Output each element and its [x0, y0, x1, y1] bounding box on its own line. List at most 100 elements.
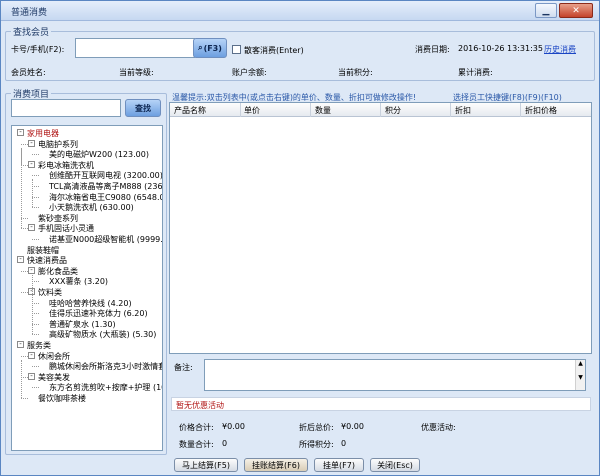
tree-node[interactable]: 手机固话小灵通: [38, 224, 94, 233]
promo-text: 暂无优惠活动: [176, 401, 224, 410]
member-total-label: 累计消费:: [458, 68, 493, 77]
col-header-discount-price[interactable]: 折扣价格: [525, 105, 557, 116]
tree-node[interactable]: 膨化食品类: [38, 267, 78, 276]
search-icon: ⌕: [198, 43, 203, 52]
tree-connector: [32, 175, 39, 177]
promo-bar: 暂无优惠活动: [171, 397, 591, 411]
tree-connector: [32, 302, 39, 304]
hang-account-button[interactable]: 挂账结算(F6): [244, 458, 308, 472]
tree-expander[interactable]: -: [17, 256, 24, 264]
col-header-discount[interactable]: 折扣: [455, 105, 471, 116]
minimize-button[interactable]: ▁: [535, 3, 557, 18]
price-total-value: ¥0.00: [222, 422, 245, 431]
order-grid[interactable]: 产品名称 单价 数量 积分 折扣 折扣价格: [169, 102, 592, 354]
title-bar: 普通消费 ▁ ✕: [1, 1, 599, 21]
tree-node[interactable]: 高级矿物质水 (大瓶装) (5.30): [49, 330, 156, 339]
minimize-icon: ▁: [542, 5, 550, 16]
tree-connector: [21, 376, 28, 378]
tree-expander[interactable]: -: [28, 372, 35, 380]
discount-total-label: 折后总价:: [299, 423, 334, 432]
tree-node[interactable]: 美容美发: [38, 373, 70, 382]
checkout-button[interactable]: 马上结算(F5): [174, 458, 238, 472]
tree-connector: [21, 217, 28, 219]
pending-order-button[interactable]: 挂单(F7): [314, 458, 364, 472]
tree-connector: [21, 292, 28, 293]
tree-guide: [21, 359, 22, 398]
tree-expander[interactable]: -: [17, 341, 24, 348]
tree-connector: [32, 186, 39, 187]
search-hotkey-label: (F3): [203, 43, 222, 53]
member-level-label: 当前等级:: [119, 68, 154, 77]
qty-total-value: 0: [222, 439, 228, 448]
tree-node[interactable]: 彩电冰箱洗衣机: [38, 161, 94, 170]
note-input[interactable]: ▲ ▼: [204, 359, 586, 391]
tree-guide: [32, 306, 33, 335]
tree-node[interactable]: 普通矿泉水 (1.30): [49, 320, 116, 329]
tree-expander[interactable]: -: [28, 160, 35, 168]
close-button[interactable]: 关闭(Esc): [370, 458, 420, 472]
tree-connector: [21, 228, 28, 230]
member-balance-label: 账户余额:: [232, 68, 267, 77]
col-header-qty[interactable]: 数量: [315, 105, 331, 116]
card-input[interactable]: [75, 38, 195, 58]
tree-node[interactable]: 饮料类: [38, 288, 62, 297]
points-total-value: 0: [341, 439, 347, 448]
member-search-button[interactable]: ⌕ (F3): [193, 38, 227, 58]
member-search-legend: 查找会员: [11, 25, 52, 38]
tree-node[interactable]: 海尔冰箱省电王C9080 (6548.00): [49, 193, 162, 202]
note-label: 备注:: [174, 363, 193, 372]
scroll-down-icon: ▼: [578, 374, 583, 381]
scroll-up-icon: ▲: [578, 360, 583, 367]
tree-node[interactable]: XXX薯条 (3.20): [49, 277, 108, 286]
tree-node[interactable]: 美的电磁炉W200 (123.00): [49, 150, 149, 159]
item-search-input[interactable]: [11, 99, 121, 117]
tree-node[interactable]: 电脑护系列: [38, 140, 78, 149]
item-search-button[interactable]: 查找: [125, 99, 161, 117]
tree-expander[interactable]: -: [28, 224, 35, 232]
tree-expander[interactable]: -: [28, 351, 35, 359]
tree-node[interactable]: 小天鹅洗衣机 (630.00): [49, 203, 134, 212]
tree-node[interactable]: 鹏城休闲会所斯洛克3小时激情套餐: [49, 362, 162, 371]
tree-node[interactable]: 哇哈哈营养快线 (4.20): [49, 299, 132, 308]
tree-node[interactable]: 休闲会所: [38, 352, 70, 361]
walkin-checkbox[interactable]: [232, 45, 241, 54]
tree-connector: [32, 334, 39, 336]
tree-connector: [21, 164, 28, 166]
tree-connector: [32, 366, 39, 368]
product-tree[interactable]: - 家用电器 - 电脑护系列 美的电磁炉W200 (123.00) - 彩电冰箱洗衣机 创维酷…: [11, 125, 163, 451]
tree-node[interactable]: 创维酷开互联网电视 (3200.00): [49, 171, 162, 180]
date-label: 消费日期:: [415, 45, 450, 54]
date-value: 2016-10-26 13:31:35: [458, 44, 543, 53]
tree-node[interactable]: 服装鞋帽: [27, 246, 59, 255]
note-scrollbar[interactable]: ▲ ▼: [575, 360, 585, 390]
tree-node[interactable]: 快速消费品: [27, 256, 67, 265]
grid-header: 产品名称 单价 数量 积分 折扣 折扣价格: [170, 103, 591, 117]
tree-connector: [21, 355, 28, 357]
tree-connector: [32, 154, 39, 156]
tree-node[interactable]: 诺基亚N000超级智能机 (9999.00): [49, 235, 162, 244]
price-total-label: 价格合计:: [179, 423, 214, 432]
tree-node[interactable]: 餐饮咖啡茶楼: [38, 394, 86, 403]
tree-node[interactable]: 紫砂壶系列: [38, 214, 78, 223]
tree-node[interactable]: 东方名剪洗剪吹+按摩+护理 (108.00): [49, 383, 162, 392]
tree-node[interactable]: 佳得乐迅速补充体力 (6.20): [49, 309, 148, 318]
tree-connector: [32, 196, 39, 198]
col-header-product[interactable]: 产品名称: [174, 105, 206, 116]
history-link[interactable]: 历史消费: [544, 44, 576, 55]
close-window-button[interactable]: ✕: [559, 3, 593, 18]
tree-node[interactable]: 服务类: [27, 341, 51, 350]
walkin-label: 散客消费(Enter): [244, 46, 304, 55]
member-name-label: 会员姓名:: [11, 68, 46, 77]
col-header-price[interactable]: 单价: [244, 105, 260, 116]
col-header-points[interactable]: 积分: [385, 105, 401, 116]
tree-connector: [21, 398, 28, 399]
tree-expander[interactable]: -: [28, 266, 35, 274]
qty-total-label: 数量合计:: [179, 440, 214, 449]
tree-connector: [32, 207, 39, 209]
tree-node[interactable]: 家用电器: [27, 129, 59, 138]
window-title: 普通消费: [11, 8, 48, 18]
tree-connector: [21, 143, 28, 145]
tree-node[interactable]: TCL高清液晶等离子M888 (2365.00): [49, 182, 162, 191]
tree-expander[interactable]: -: [17, 129, 24, 136]
tree-expander[interactable]: -: [28, 139, 35, 147]
